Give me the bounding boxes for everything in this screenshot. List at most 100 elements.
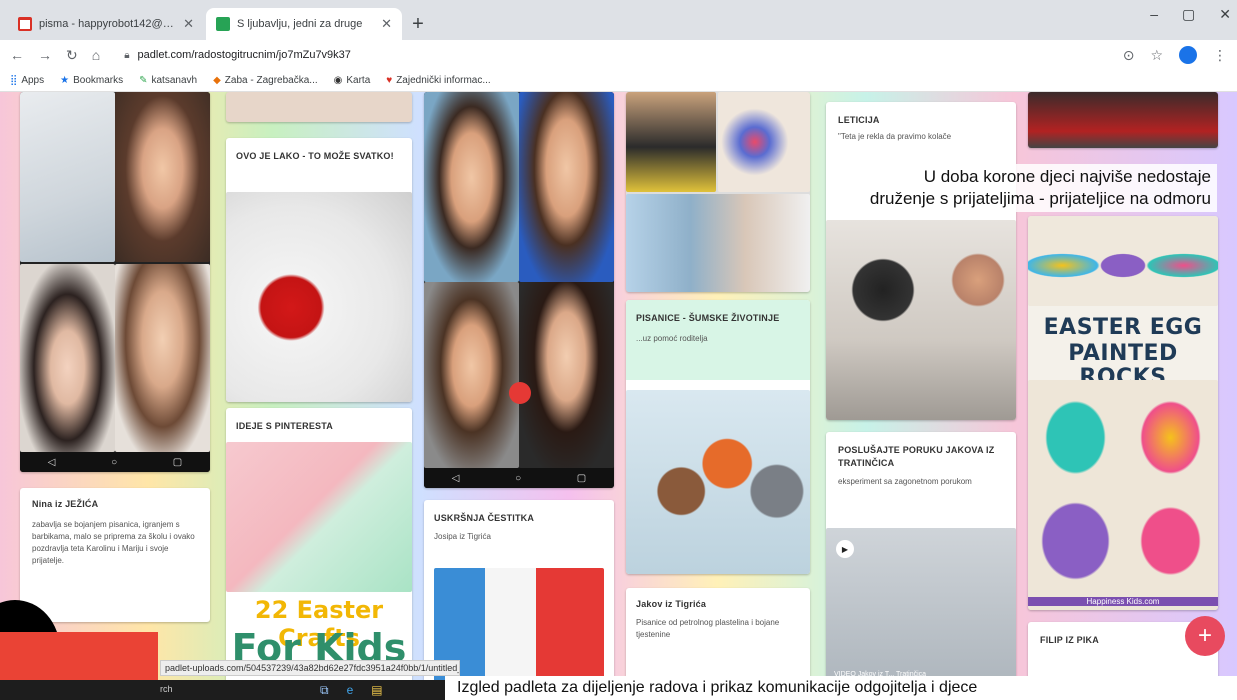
post-body: zabavlja se bojanjem pisanica, igranjem … <box>32 520 195 565</box>
bottom-caption: Izgled padleta za dijeljenje radova i pr… <box>445 676 1237 700</box>
address-bar[interactable]: 🔒︎ padlet.com/radostogitrucnim/jo7mZu7v9… <box>114 43 1109 67</box>
bookmark-katsanavh[interactable]: ✎ katsanavh <box>139 75 197 86</box>
post-phone-video-call[interactable]: ◁ ○ ▢ <box>424 92 614 488</box>
phone-navigation-bar: ◁ ○ ▢ <box>20 452 210 472</box>
post-pisanice[interactable]: PISANICE - ŠUMSKE ŽIVOTINJE ...uz pomoć … <box>626 300 810 574</box>
post-video-call-photo[interactable]: ◁ ○ ▢ <box>20 92 210 472</box>
post-uskrsnja-cestitka[interactable]: USKRŠNJA ČESTITKA Josipa iz Tigrića <box>424 500 614 684</box>
post-title: PISANICE - ŠUMSKE ŽIVOTINJE <box>636 313 780 323</box>
close-icon[interactable]: ✕ <box>183 16 194 32</box>
status-url: padlet-uploads.com/504537239/43a82bd62e2… <box>160 660 460 676</box>
file-explorer-icon[interactable]: ▤ <box>371 683 382 697</box>
bookmark-label: Bookmarks <box>73 75 124 86</box>
overlay-caption: U doba korone djeci najviše nedostaje dr… <box>863 164 1217 212</box>
overlay-caption-line2: druženje s prijateljima - prijateljice n… <box>869 189 1211 208</box>
close-icon[interactable]: ✕ <box>381 16 392 32</box>
post-crafts-collage[interactable] <box>626 92 810 292</box>
photo-girl-baking <box>826 220 1016 420</box>
post-body: Josipa iz Tigrića <box>434 532 491 541</box>
url-text: padlet.com/radostogitrucnim/jo7mZu7v9k37 <box>137 49 351 61</box>
forward-icon[interactable]: → <box>38 47 52 63</box>
task-view-icon[interactable]: ⧉ <box>320 683 329 698</box>
reload-icon[interactable]: ↻ <box>66 47 78 64</box>
photo-woman-smiling <box>115 264 210 452</box>
bookmark-apps[interactable]: ⣿ Apps <box>10 75 44 86</box>
play-icon[interactable]: ▶ <box>836 540 854 558</box>
post-title: Nina iz JEŽIĆA <box>32 499 99 509</box>
tab-title: pisma - happyrobot142@gmail <box>39 18 177 30</box>
video-thumbnail[interactable] <box>826 528 1016 684</box>
bookmarks-bar: ⣿ Apps ★ Bookmarks ✎ katsanavh ◆ Zaba - Zagr… <box>0 70 1237 92</box>
bank-icon: ◆ <box>213 75 221 86</box>
photo-forest-animal-eggs <box>626 390 810 574</box>
bookmark-label: Apps <box>21 75 45 86</box>
back-icon[interactable]: ← <box>10 47 24 63</box>
photo-painted-eggs-tray <box>718 92 810 192</box>
post-jakov[interactable]: Jakov iz Tigrića Pisanice od petrolnog p… <box>626 588 810 684</box>
post-title: FILIP IZ PIKA <box>1040 635 1099 645</box>
post-red-car[interactable] <box>1028 92 1218 148</box>
tab-bar: pisma - happyrobot142@gmail ✕ S ljubavlj… <box>0 0 1237 40</box>
bookmark-bookmarks[interactable]: ★ Bookmarks <box>60 75 123 86</box>
minimize-button[interactable]: – <box>1150 6 1158 23</box>
padlet-icon <box>216 17 230 31</box>
post-easter-egg-rocks[interactable]: EASTER EGG PAINTED ROCKS Happiness Kids.… <box>1028 216 1218 610</box>
post-ovo-je-lako[interactable]: OVO JE LAKO - TO MOŽE SVATKO! <box>226 138 412 402</box>
photo-girl-face <box>115 92 210 262</box>
photo-boy-right <box>519 92 614 282</box>
gmail-icon <box>18 17 32 31</box>
post-title: IDEJE S PINTERESTA <box>236 421 333 431</box>
photo-child-with-eggs <box>20 92 115 262</box>
photo-child-dark-hair <box>20 264 115 452</box>
edge-icon[interactable]: e <box>347 683 354 697</box>
bookmark-zaba[interactable]: ◆ Zaba - Zagrebačka... <box>213 75 318 86</box>
bookmark-zajednicki[interactable]: ♥ Zajednički informac... <box>386 75 490 86</box>
padlet-board[interactable]: ◁ ○ ▢ Nina iz JEŽIĆA zabavlja se bojanjem … <box>0 92 1237 684</box>
apps-icon: ⣿ <box>10 75 18 86</box>
post-body: Pisanice od petrolnog plastelina i bojan… <box>636 618 780 639</box>
bookmark-karta[interactable]: ◉ Karta <box>334 75 371 86</box>
post-title: Jakov iz Tigrića <box>636 599 707 609</box>
post-body: eksperiment sa zagonetnom porukom <box>838 477 972 486</box>
easter-rocks-title-line1: EASTER EGG <box>1043 315 1203 340</box>
browser-toolbar: ← → ↻ ⌂ 🔒︎ padlet.com/radostogitrucnim/j… <box>0 40 1237 70</box>
tab-title: S ljubavlju, jedni za druge <box>237 18 363 30</box>
window-controls: – ▢ ✕ <box>1150 6 1231 23</box>
translate-icon[interactable]: ⊙ <box>1123 47 1135 64</box>
post-ideje-s-pinteresta[interactable]: IDEJE S PINTERESTA 22 Easter Crafts For … <box>226 408 412 684</box>
post-title: LETICIJA <box>838 115 880 125</box>
tab-padlet[interactable]: S ljubavlju, jedni za druge ✕ <box>206 8 402 40</box>
post-nina[interactable]: Nina iz JEŽIĆA zabavlja se bojanjem pisa… <box>20 488 210 622</box>
taskbar-search-text: rch <box>160 684 173 694</box>
post-top-image[interactable] <box>226 92 412 122</box>
photo-woman-smiling <box>519 282 614 468</box>
post-body: "Teta je rekla da pravimo kolače <box>838 132 952 141</box>
star-icon[interactable]: ☆ <box>1150 47 1163 64</box>
close-window-button[interactable]: ✕ <box>1219 6 1231 23</box>
profile-avatar[interactable] <box>1179 46 1197 64</box>
photo-children-crafting <box>626 194 810 292</box>
new-tab-button[interactable]: + <box>404 8 432 40</box>
add-post-button[interactable]: + <box>1185 616 1225 656</box>
menu-icon[interactable]: ⋮ <box>1213 47 1227 64</box>
photo-boy-left <box>424 92 519 282</box>
post-title: OVO JE LAKO - TO MOŽE SVATKO! <box>236 151 394 161</box>
lock-icon: 🔒︎ <box>124 49 130 61</box>
photo-painted-rocks-bottom <box>1028 380 1218 610</box>
end-call-icon[interactable] <box>509 382 531 404</box>
phone-navigation-bar: ◁ ○ ▢ <box>424 468 614 488</box>
post-poslusajte-poruku[interactable]: POSLUŠAJTE PORUKU JAKOVA IZ TRATINČICA e… <box>826 432 1016 684</box>
tab-gmail[interactable]: pisma - happyrobot142@gmail ✕ <box>8 8 204 40</box>
home-icon[interactable]: ⌂ <box>92 47 100 63</box>
post-title: POSLUŠAJTE PORUKU JAKOVA IZ TRATINČICA <box>838 445 995 468</box>
bookmark-label: Karta <box>346 75 371 86</box>
post-title: USKRŠNJA ČESTITKA <box>434 513 535 523</box>
maximize-button[interactable]: ▢ <box>1182 6 1195 23</box>
overlay-caption-line1: U doba korone djeci najviše nedostaje <box>923 167 1211 186</box>
bookmark-label: Zajednički informac... <box>396 75 491 86</box>
photo-easter-crafts <box>226 442 412 592</box>
globe-icon: ◉ <box>333 75 343 86</box>
post-leticija[interactable]: LETICIJA "Teta je rekla da pravimo kolač… <box>826 102 1016 420</box>
photo-chicken-egg-holder <box>226 192 412 402</box>
photo-boy-with-egg-art <box>626 92 716 192</box>
